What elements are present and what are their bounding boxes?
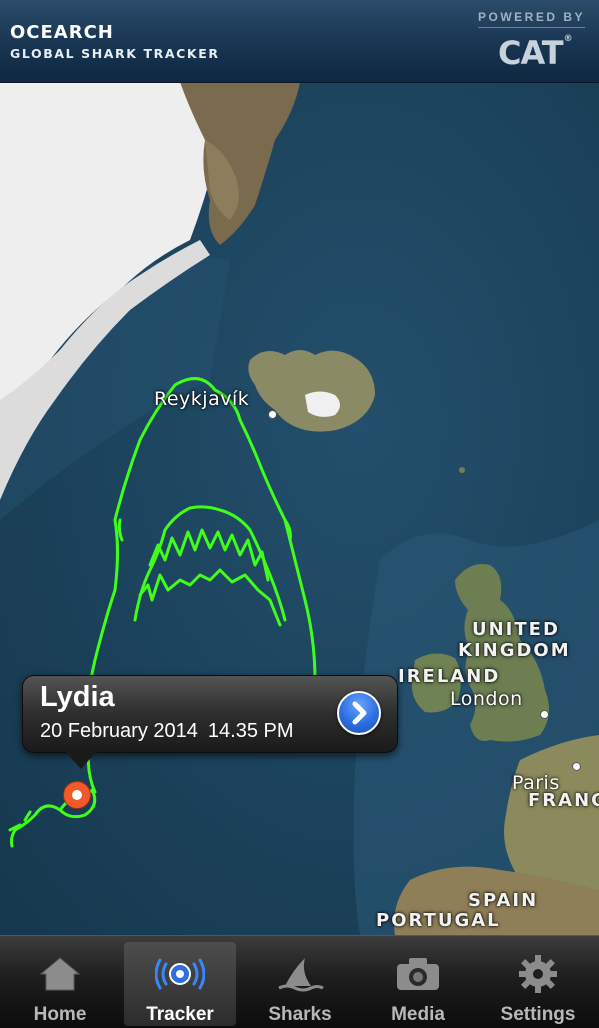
shark-fin-icon — [278, 958, 324, 992]
pin-center — [72, 790, 82, 800]
map-terrain — [0, 82, 599, 935]
tab-label-media: Media — [391, 1004, 445, 1025]
city-label-reykjavik: Reykjavík — [154, 388, 250, 410]
brand-logo: OCEARCH — [10, 22, 114, 43]
tab-sharks[interactable]: Sharks — [244, 942, 356, 1026]
country-label-spain: SPAIN — [468, 890, 539, 911]
city-dot-reykjavik — [268, 410, 277, 419]
camera-icon — [397, 958, 439, 990]
sponsor-name: CAT — [498, 34, 564, 72]
tab-home[interactable]: Home — [4, 942, 116, 1026]
tab-media[interactable]: Media — [362, 942, 474, 1026]
callout-date: 20 February 2014 — [40, 720, 198, 742]
callout-detail-button[interactable] — [337, 691, 381, 735]
app-subtitle: GLOBAL SHARK TRACKER — [10, 46, 220, 61]
callout-timestamp: 20 February 2014 14.35 PM — [40, 720, 294, 743]
tab-label-settings: Settings — [500, 1004, 576, 1025]
tab-tracker[interactable]: Tracker — [124, 942, 236, 1026]
shark-location-pin[interactable] — [63, 781, 91, 809]
tab-bar: Home Tracker Sharks Media Settings — [0, 935, 599, 1028]
callout-time: 14.35 PM — [207, 720, 294, 742]
city-dot-london — [540, 710, 549, 719]
tracker-icon — [155, 958, 205, 990]
sponsor-logo: CAT® — [498, 34, 573, 72]
country-label-portugal: PORTUGAL — [376, 910, 501, 931]
chevron-right-icon — [352, 701, 367, 725]
country-label-france: FRANCE — [528, 790, 599, 811]
gear-icon — [519, 955, 557, 993]
powered-by-label: POWERED BY — [477, 10, 585, 28]
country-label-ireland: IRELAND — [398, 666, 501, 687]
country-label-uk-2: KINGDOM — [458, 640, 571, 661]
tab-label-sharks: Sharks — [268, 1004, 332, 1025]
city-dot-paris — [572, 762, 581, 771]
home-icon — [39, 957, 81, 991]
country-label-uk-1: UNITED — [472, 619, 560, 640]
tab-settings[interactable]: Settings — [482, 942, 594, 1026]
registered-mark: ® — [563, 34, 573, 44]
tab-label-home: Home — [33, 1004, 87, 1025]
city-label-london: London — [450, 688, 523, 710]
app-header: OCEARCH GLOBAL SHARK TRACKER POWERED BY … — [0, 0, 599, 83]
callout-shark-name: Lydia — [40, 681, 115, 713]
satellite-map[interactable]: Reykjavík UNITED KINGDOM IRELAND London … — [0, 82, 599, 935]
shark-callout[interactable]: Lydia 20 February 2014 14.35 PM — [22, 675, 398, 769]
tab-label-tracker: Tracker — [146, 1004, 214, 1025]
